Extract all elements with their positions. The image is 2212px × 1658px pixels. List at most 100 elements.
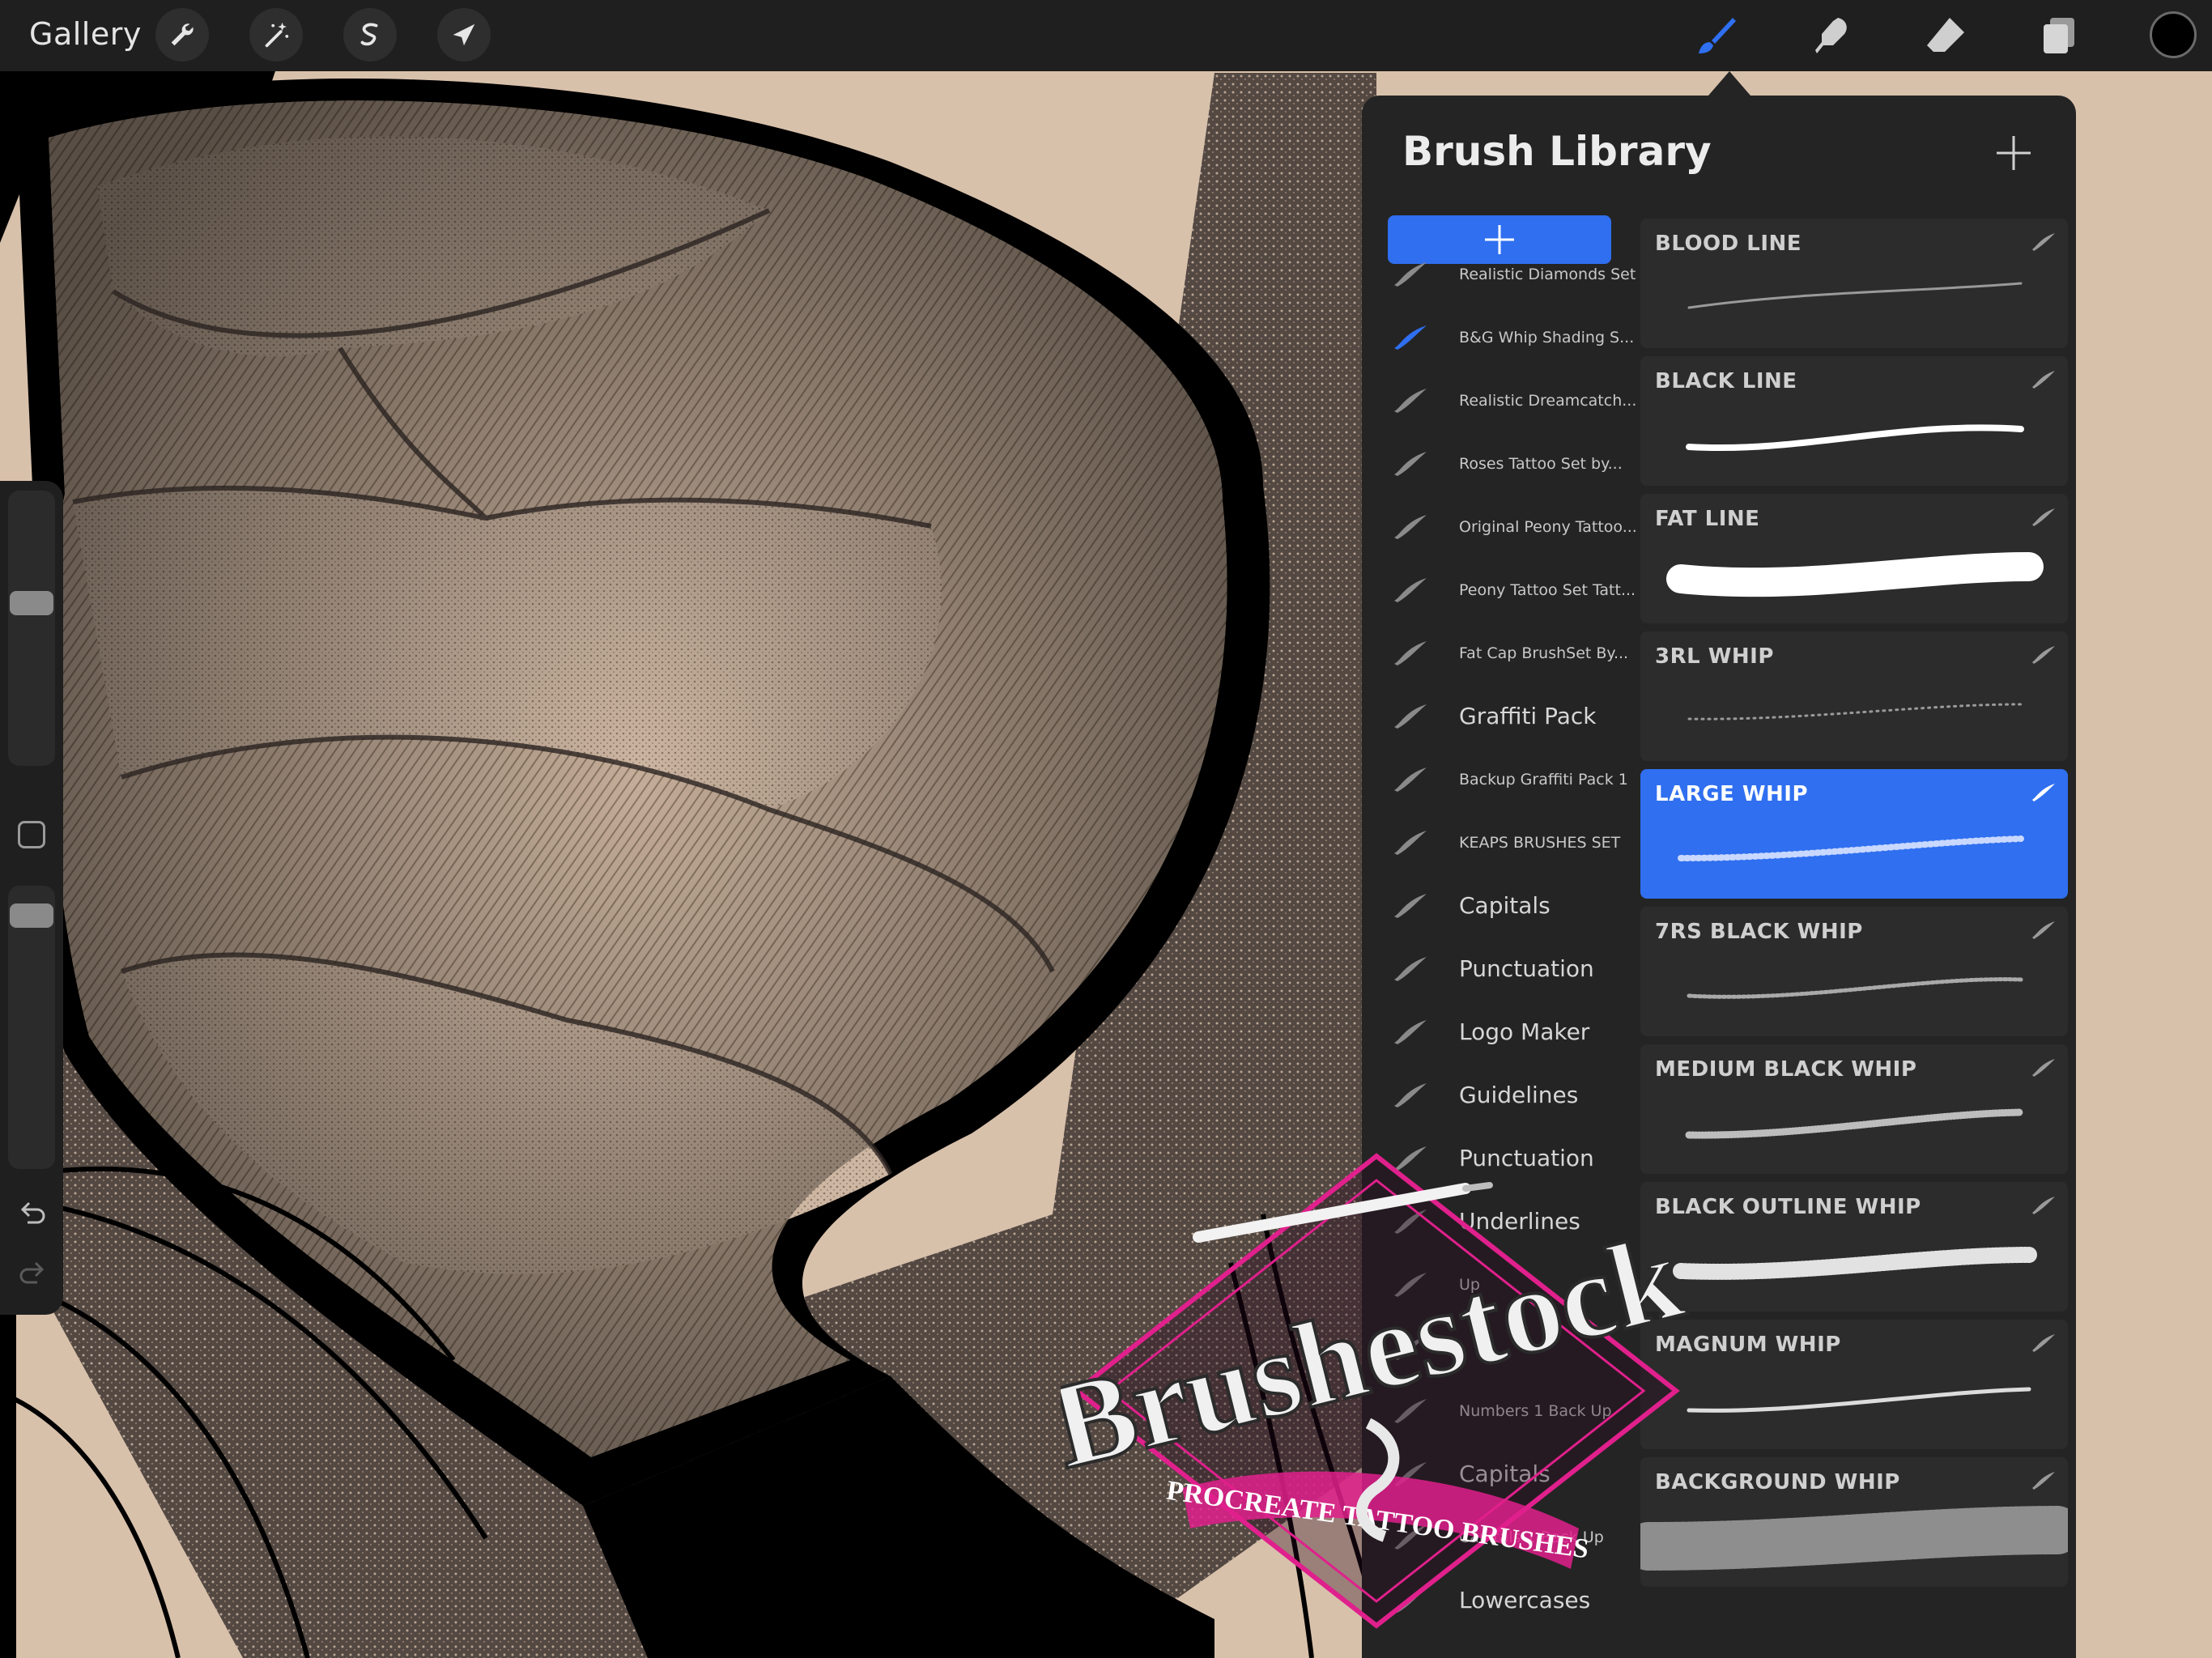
brush-set-item[interactable]: Original Peony Tattoo... bbox=[1362, 495, 1637, 559]
brush-set-item[interactable]: Roses Tattoo Set by... bbox=[1362, 432, 1637, 495]
left-sidebar bbox=[0, 481, 63, 1315]
smudge-icon bbox=[1815, 18, 1847, 53]
adjustments-button[interactable] bbox=[249, 8, 303, 62]
brush-set-stack-icon bbox=[1394, 1083, 1427, 1107]
brush-size-slider[interactable] bbox=[8, 491, 55, 766]
brush-card[interactable]: BLACK LINE bbox=[1640, 356, 2068, 486]
popover-pointer bbox=[1708, 71, 1750, 96]
brush-set-label: Punctuation bbox=[1459, 955, 1594, 982]
brush-set-item[interactable]: Punctuation bbox=[1362, 937, 1637, 1001]
brush-card[interactable]: BLOOD LINE bbox=[1640, 219, 2068, 348]
brush-card[interactable]: BLACK OUTLINE WHIP bbox=[1640, 1182, 2068, 1312]
brush-name: FAT LINE bbox=[1655, 507, 1760, 531]
brush-name: BLOOD LINE bbox=[1655, 232, 1802, 256]
brush-set-item[interactable]: Logo Maker bbox=[1362, 1001, 1637, 1064]
brush-name: BLACK OUTLINE WHIP bbox=[1655, 1195, 1921, 1219]
brush-stroke-icon bbox=[2032, 233, 2055, 251]
brush-set-label: Roses Tattoo Set by... bbox=[1459, 455, 1623, 473]
brush-set-stack-icon bbox=[1394, 389, 1427, 413]
brush-set-item[interactable]: Capitals bbox=[1362, 874, 1637, 937]
brush-card[interactable]: LARGE WHIP bbox=[1640, 769, 2068, 899]
brush-set-stack-icon bbox=[1394, 957, 1427, 981]
brush-set-label: Graffiti Pack bbox=[1459, 703, 1597, 729]
brush-set-label: Realistic Dreamcatch... bbox=[1459, 392, 1637, 410]
brush-set-stack-icon bbox=[1394, 894, 1427, 918]
brush-set-item[interactable]: Realistic Diamonds Set bbox=[1362, 243, 1637, 306]
brush-set-stack-icon bbox=[1394, 704, 1427, 729]
brush-set-label: Guidelines bbox=[1459, 1082, 1579, 1108]
color-picker-button[interactable] bbox=[2150, 11, 2197, 58]
brush-name: MEDIUM BLACK WHIP bbox=[1655, 1057, 1917, 1082]
brush-stroke-preview bbox=[1687, 703, 2023, 721]
brushestock-logo: Brushestock PROCREATE TATTOO BRUSHES bbox=[1061, 1153, 1692, 1629]
brush-set-item[interactable]: KEAPS BRUSHES SET bbox=[1362, 811, 1637, 874]
brush-set-item[interactable]: Realistic Dreamcatch... bbox=[1362, 369, 1637, 432]
brush-set-label: Logo Maker bbox=[1459, 1018, 1590, 1045]
brush-name: LARGE WHIP bbox=[1655, 782, 1809, 806]
brush-stroke-preview bbox=[1687, 282, 2023, 309]
brush-stroke-icon bbox=[2032, 646, 2055, 664]
brush-set-label: Realistic Diamonds Set bbox=[1459, 266, 1636, 283]
brush-set-stack-icon bbox=[1394, 1020, 1427, 1044]
brush-card[interactable]: MAGNUM WHIP bbox=[1640, 1320, 2068, 1449]
brush-card[interactable]: MEDIUM BLACK WHIP bbox=[1640, 1044, 2068, 1174]
brush-name: 3RL WHIP bbox=[1655, 644, 1774, 669]
opacity-handle[interactable] bbox=[10, 903, 53, 928]
brush-icon bbox=[1699, 18, 1736, 53]
brush-card[interactable]: 7RS BLACK WHIP bbox=[1640, 907, 2068, 1036]
magic-wand-icon bbox=[265, 22, 289, 48]
undo-icon[interactable] bbox=[16, 1198, 49, 1231]
transform-button[interactable] bbox=[437, 8, 491, 62]
brush-set-label: Capitals bbox=[1459, 892, 1551, 919]
smudge-tool-button[interactable] bbox=[1807, 11, 1856, 60]
modify-button[interactable] bbox=[18, 821, 45, 848]
brush-card[interactable]: FAT LINE bbox=[1640, 494, 2068, 623]
brush-stroke-preview bbox=[1687, 977, 2023, 999]
eraser-icon bbox=[1927, 18, 1964, 52]
brush-set-item[interactable]: Backup Graffiti Pack 1 bbox=[1362, 748, 1637, 811]
brush-size-handle[interactable] bbox=[10, 591, 53, 615]
brush-stroke-icon bbox=[2032, 1197, 2055, 1214]
brush-set-label: Original Peony Tattoo... bbox=[1459, 518, 1637, 536]
brush-set-item[interactable]: Guidelines bbox=[1362, 1064, 1637, 1127]
eraser-tool-button[interactable] bbox=[1921, 11, 1969, 60]
brush-stroke-icon bbox=[2032, 921, 2055, 939]
brush-stroke-preview bbox=[1686, 424, 2024, 452]
brush-set-item[interactable]: B&G Whip Shading S... bbox=[1362, 306, 1637, 369]
brush-stroke-icon bbox=[2032, 784, 2055, 801]
top-toolbar: Gallery bbox=[0, 0, 2212, 71]
brush-stroke-preview bbox=[1666, 552, 2044, 597]
brush-set-item[interactable]: Graffiti Pack bbox=[1362, 685, 1637, 748]
brush-stroke-icon bbox=[2032, 1334, 2055, 1352]
actions-button[interactable] bbox=[155, 8, 209, 62]
gallery-button[interactable]: Gallery bbox=[29, 16, 142, 52]
plus-icon[interactable] bbox=[1993, 133, 2034, 173]
brush-set-stack-icon bbox=[1394, 767, 1427, 792]
brush-card[interactable]: BACKGROUND WHIP bbox=[1640, 1457, 2068, 1587]
brush-set-stack-icon bbox=[1394, 452, 1427, 476]
brush-set-label: Peony Tattoo Set Tatt... bbox=[1459, 581, 1636, 599]
transform-arrow-icon bbox=[453, 23, 475, 46]
selection-button[interactable] bbox=[343, 8, 397, 62]
selection-icon bbox=[360, 23, 378, 46]
brush-set-stack-icon bbox=[1394, 262, 1427, 287]
brush-tool-button[interactable] bbox=[1692, 11, 1741, 60]
brush-stroke-preview bbox=[1640, 1506, 2068, 1571]
brush-set-stack-icon bbox=[1394, 515, 1427, 539]
brush-stroke-icon bbox=[2032, 371, 2055, 389]
opacity-slider[interactable] bbox=[8, 886, 55, 1169]
brush-name: 7RS BLACK WHIP bbox=[1655, 920, 1863, 944]
brush-stroke-preview bbox=[1687, 1387, 2031, 1413]
panel-title: Brush Library bbox=[1402, 128, 1712, 175]
brush-set-item[interactable]: Peony Tattoo Set Tatt... bbox=[1362, 559, 1637, 622]
brush-stroke-preview bbox=[1685, 1108, 2025, 1139]
redo-icon[interactable] bbox=[16, 1258, 49, 1290]
brush-set-stack-icon bbox=[1394, 831, 1427, 855]
brush-name: BLACK LINE bbox=[1655, 369, 1797, 393]
brush-set-label: KEAPS BRUSHES SET bbox=[1459, 834, 1621, 852]
layers-tool-button[interactable] bbox=[2035, 11, 2084, 60]
brush-card[interactable]: 3RL WHIP bbox=[1640, 631, 2068, 761]
brush-stroke-icon bbox=[2032, 508, 2055, 526]
brush-set-item[interactable]: Fat Cap BrushSet By... bbox=[1362, 622, 1637, 685]
brush-set-stack-icon bbox=[1394, 641, 1427, 665]
